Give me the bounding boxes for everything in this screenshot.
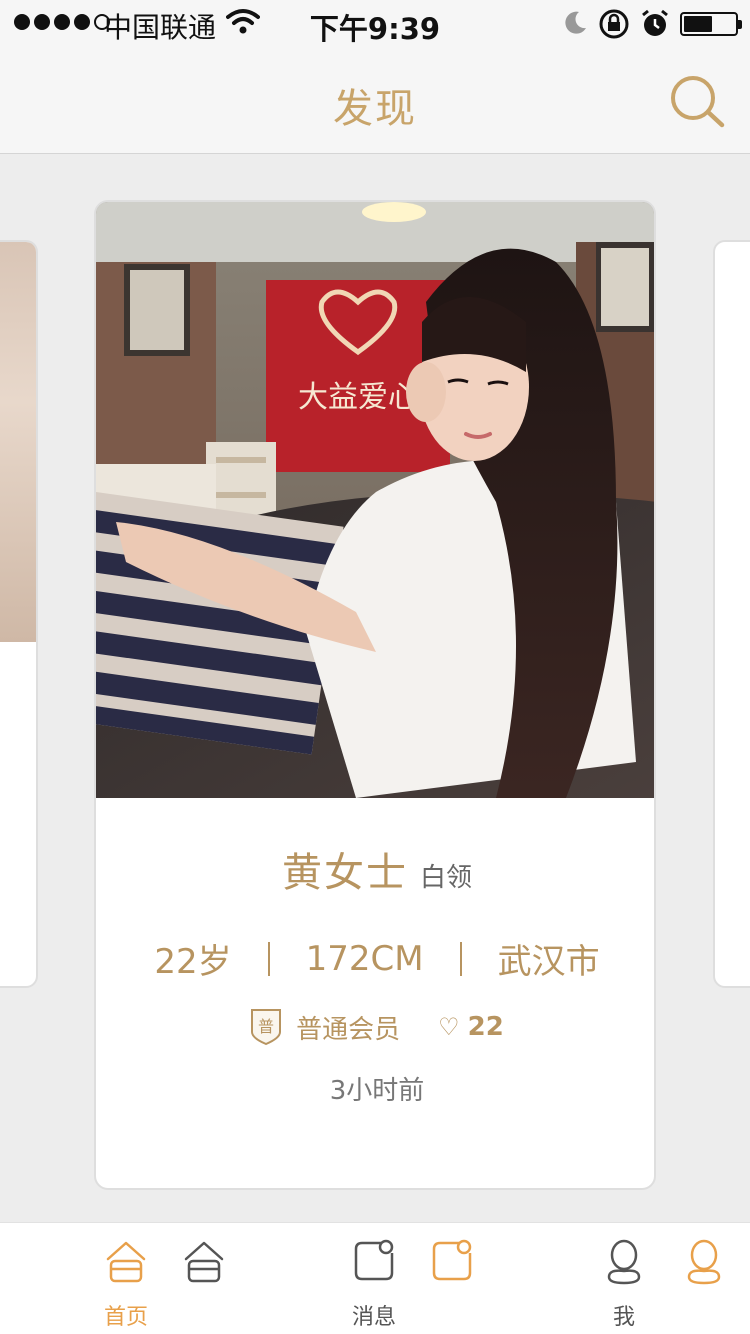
tab-me[interactable]: 我 <box>584 1299 664 1331</box>
membership-level: 普通会员 <box>296 1014 401 1045</box>
last-active-time: 3小时前 <box>329 1076 425 1106</box>
status-bar: 中国联通 下午9:39 <box>0 0 750 48</box>
profile-icon[interactable] <box>606 1239 642 1285</box>
do-not-disturb-icon <box>565 11 586 34</box>
message-icon-active <box>432 1239 472 1281</box>
home-icon[interactable] <box>106 1239 146 1283</box>
tab-bar: 首页 消息 我 <box>0 1222 750 1334</box>
profile-stats: 22岁 172CM 武汉市 <box>96 934 654 983</box>
profile-age: 22岁 <box>154 942 232 982</box>
profile-name: 黄女士 <box>281 850 408 896</box>
tab-messages[interactable]: 消息 <box>334 1299 414 1331</box>
previous-profile-photo <box>0 242 36 642</box>
profile-icon-active <box>687 1239 721 1285</box>
message-icon[interactable] <box>354 1239 396 1281</box>
banner-text: 大益爱心 <box>298 380 418 415</box>
home-icon-inactive <box>184 1241 224 1283</box>
stats-divider <box>459 941 462 976</box>
previous-profile-card[interactable] <box>0 240 38 988</box>
membership-badge-icon: 普 <box>251 1009 282 1046</box>
status-time: 下午9:39 <box>309 12 441 46</box>
like-count: 22 <box>467 1012 504 1042</box>
profile-card[interactable]: 大益爱心 黄女士 白领 22岁 172CM 武汉市 普 普通会员 ♡ 22 3小… <box>94 200 656 1190</box>
rotation-lock-icon <box>599 9 629 39</box>
nav-bar: 发现 <box>0 48 750 154</box>
profile-height: 172CM <box>305 938 424 979</box>
next-profile-card[interactable] <box>713 240 750 988</box>
search-icon[interactable] <box>668 74 726 128</box>
tab-home[interactable]: 首页 <box>86 1299 166 1331</box>
badge-glyph: 普 <box>258 1017 274 1036</box>
alarm-icon <box>642 9 668 36</box>
page-title: 发现 <box>333 86 417 132</box>
name-row: 黄女士 白领 <box>96 840 654 898</box>
heart-icon[interactable]: ♡ <box>438 1013 460 1041</box>
profile-occupation: 白领 <box>419 863 472 893</box>
membership-row: 普 普通会员 ♡ 22 <box>96 1008 654 1046</box>
battery-icon <box>680 12 742 36</box>
profile-photo[interactable]: 大益爱心 <box>96 202 656 798</box>
profile-city: 武汉市 <box>497 942 600 982</box>
stats-divider <box>267 941 270 976</box>
